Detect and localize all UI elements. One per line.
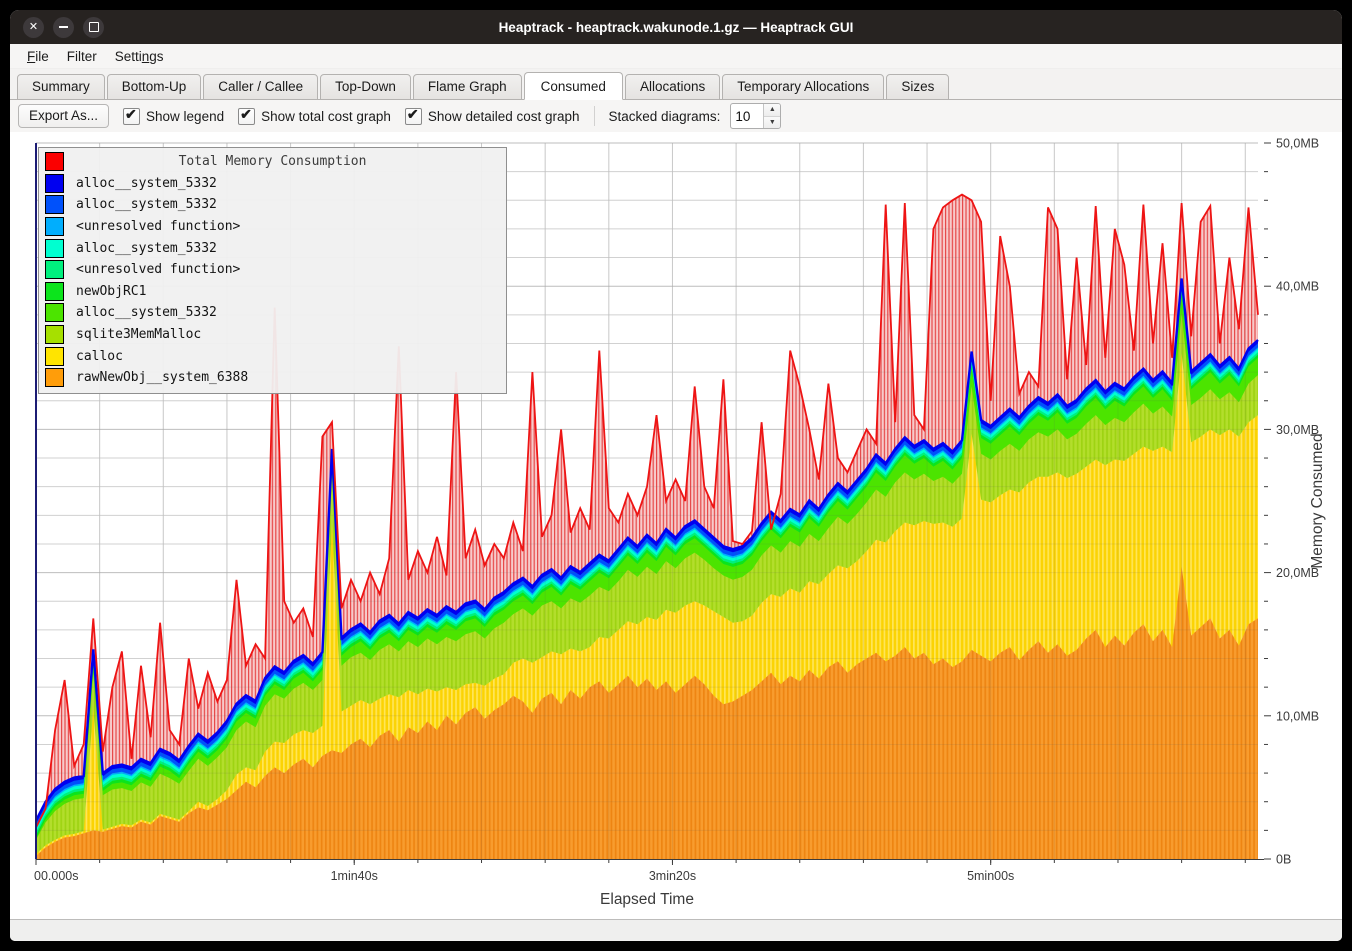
menu-bar: FileFilterSettings <box>10 44 1342 69</box>
export-as-button[interactable]: Export As... <box>18 104 109 128</box>
stacked-diagrams-value[interactable]: 10 <box>731 104 763 128</box>
toolbar: Export As... ✔ Show legend ✔ Show total … <box>10 100 1342 132</box>
x-tick-label: 5min00s <box>967 869 1014 883</box>
tab-sizes[interactable]: Sizes <box>886 74 949 100</box>
legend-item[interactable]: <unresolved function> <box>39 216 506 238</box>
legend-item[interactable]: newObjRC1 <box>39 281 506 303</box>
legend-item-label: alloc__system_5332 <box>76 241 217 256</box>
legend-item-label: calloc <box>76 349 123 364</box>
title-bar: ✕ Heaptrack - heaptrack.wakunode.1.gz — … <box>10 10 1342 44</box>
legend-swatch <box>45 195 64 214</box>
memory-consumption-chart: 00.000s1min40s3min20s5min00s0B10,0MB20,0… <box>10 132 1342 919</box>
legend-swatch <box>45 239 64 258</box>
legend-swatch <box>45 347 64 366</box>
close-icon: ✕ <box>29 22 38 33</box>
x-tick-label: 1min40s <box>331 869 378 883</box>
minimize-button[interactable] <box>53 17 74 38</box>
legend-item-label: <unresolved function> <box>76 219 240 234</box>
y-tick-label: 40,0MB <box>1276 280 1319 294</box>
legend-item[interactable]: sqlite3MemMalloc <box>39 324 506 346</box>
legend-swatch <box>45 303 64 322</box>
window-title: Heaptrack - heaptrack.wakunode.1.gz — He… <box>10 20 1342 35</box>
legend-title-row[interactable]: Total Memory Consumption <box>39 151 506 173</box>
maximize-button[interactable] <box>83 17 104 38</box>
show-total-cost-checkbox-group[interactable]: ✔ Show total cost graph <box>238 108 391 125</box>
stacked-diagrams-label: Stacked diagrams: <box>609 109 721 124</box>
checkmark-icon: ✔ <box>125 106 137 123</box>
legend-item[interactable]: alloc__system_5332 <box>39 302 506 324</box>
legend-item-label: newObjRC1 <box>76 284 146 299</box>
chart-legend[interactable]: Total Memory Consumption alloc__system_53… <box>38 147 507 394</box>
show-detailed-cost-label: Show detailed cost graph <box>428 109 580 124</box>
legend-item[interactable]: alloc__system_5332 <box>39 173 506 195</box>
legend-item[interactable]: calloc <box>39 345 506 367</box>
tab-summary[interactable]: Summary <box>17 74 105 100</box>
legend-swatch <box>45 282 64 301</box>
window-controls: ✕ <box>10 17 104 38</box>
show-total-cost-label: Show total cost graph <box>261 109 391 124</box>
app-window: ✕ Heaptrack - heaptrack.wakunode.1.gz — … <box>10 10 1342 941</box>
screen: ✕ Heaptrack - heaptrack.wakunode.1.gz — … <box>0 0 1352 951</box>
show-legend-checkbox[interactable]: ✔ <box>123 108 140 125</box>
legend-item[interactable]: <unresolved function> <box>39 259 506 281</box>
menu-file[interactable]: File <box>18 47 58 66</box>
menu-filter[interactable]: Filter <box>58 47 106 66</box>
tab-temporary-allocations[interactable]: Temporary Allocations <box>722 74 884 100</box>
spinner-up-icon[interactable]: ▲ <box>764 104 780 117</box>
legend-item-label: alloc__system_5332 <box>76 197 217 212</box>
tab-flame-graph[interactable]: Flame Graph <box>413 74 522 100</box>
legend-swatch <box>45 325 64 344</box>
legend-item-label: sqlite3MemMalloc <box>76 327 201 342</box>
spinner-arrows: ▲ ▼ <box>763 104 780 128</box>
tab-allocations[interactable]: Allocations <box>625 74 720 100</box>
y-tick-label: 0B <box>1276 853 1291 867</box>
legend-swatch <box>45 174 64 193</box>
maximize-icon <box>89 22 99 32</box>
legend-swatch <box>45 217 64 236</box>
legend-title: Total Memory Consumption <box>39 154 506 169</box>
x-tick-label: 00.000s <box>34 869 78 883</box>
y-axis-title: Memory Consumed <box>1309 433 1326 568</box>
x-tick-label: 3min20s <box>649 869 696 883</box>
show-detailed-cost-checkbox-group[interactable]: ✔ Show detailed cost graph <box>405 108 580 125</box>
close-button[interactable]: ✕ <box>23 17 44 38</box>
tab-caller-callee[interactable]: Caller / Callee <box>203 74 318 100</box>
legend-item-label: alloc__system_5332 <box>76 305 217 320</box>
stacked-diagrams-spinner[interactable]: 10 ▲ ▼ <box>730 103 781 129</box>
tab-bottom-up[interactable]: Bottom-Up <box>107 74 202 100</box>
legend-swatch <box>45 368 64 387</box>
show-detailed-cost-checkbox[interactable]: ✔ <box>405 108 422 125</box>
checkmark-icon: ✔ <box>407 106 419 123</box>
legend-item[interactable]: alloc__system_5332 <box>39 194 506 216</box>
legend-item-label: <unresolved function> <box>76 262 240 277</box>
show-legend-checkbox-group[interactable]: ✔ Show legend <box>123 108 224 125</box>
legend-item[interactable]: rawNewObj__system_6388 <box>39 367 506 389</box>
spinner-down-icon[interactable]: ▼ <box>764 117 780 129</box>
show-total-cost-checkbox[interactable]: ✔ <box>238 108 255 125</box>
legend-item[interactable]: alloc__system_5332 <box>39 237 506 259</box>
y-tick-label: 10,0MB <box>1276 709 1319 723</box>
legend-item-label: rawNewObj__system_6388 <box>76 370 248 385</box>
legend-item-label: alloc__system_5332 <box>76 176 217 191</box>
minimize-icon <box>59 26 68 28</box>
tab-bar: SummaryBottom-UpCaller / CalleeTop-DownF… <box>10 69 1342 100</box>
tab-top-down[interactable]: Top-Down <box>320 74 411 100</box>
show-legend-label: Show legend <box>146 109 224 124</box>
menu-settings[interactable]: Settings <box>106 47 173 66</box>
x-axis-title: Elapsed Time <box>600 891 694 908</box>
y-tick-label: 50,0MB <box>1276 137 1319 151</box>
checkmark-icon: ✔ <box>240 106 252 123</box>
tab-consumed[interactable]: Consumed <box>524 72 623 100</box>
legend-swatch <box>45 260 64 279</box>
status-bar <box>10 919 1342 941</box>
toolbar-separator <box>594 106 595 126</box>
